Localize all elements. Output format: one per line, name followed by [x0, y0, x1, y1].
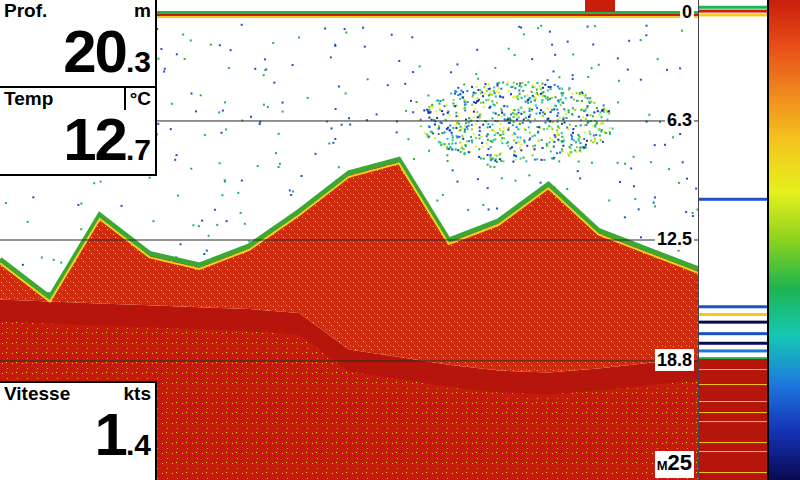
readout-panel: Prof.m20.3Temp°C12.7: [0, 0, 157, 176]
sonar-view: 0 6.3 12.5 18.8 M25 Prof.m20.3Temp°C12.7 Vites…: [0, 0, 698, 480]
a-scope: [698, 0, 767, 480]
fish-finder-screen: 0 6.3 12.5 18.8 M25 Prof.m20.3Temp°C12.7 Vites…: [0, 0, 800, 480]
temp-label-row: Temp°C: [0, 86, 155, 110]
depth-value: 20.3: [0, 22, 155, 86]
max-depth-label: M25: [655, 451, 694, 478]
depth-label-row: Prof.m: [0, 0, 155, 22]
speed-panel: Vitessekts1.4: [0, 381, 157, 480]
depth-tick: 12.5: [655, 228, 694, 250]
structure-inner-edge: [0, 163, 698, 301]
depth-line: [0, 240, 698, 241]
depth-tick: 0: [680, 1, 694, 23]
depth-line: [0, 360, 698, 361]
temp-value: 12.7: [0, 110, 155, 174]
color-scale: [767, 0, 800, 480]
speed-value: 1.4: [0, 405, 155, 469]
speed-label-row: Vitessekts: [0, 383, 155, 405]
structure: [0, 159, 698, 372]
depth-tick: 6.3: [665, 109, 694, 131]
depth-tick: 18.8: [655, 349, 694, 371]
fish-school: [420, 81, 614, 162]
